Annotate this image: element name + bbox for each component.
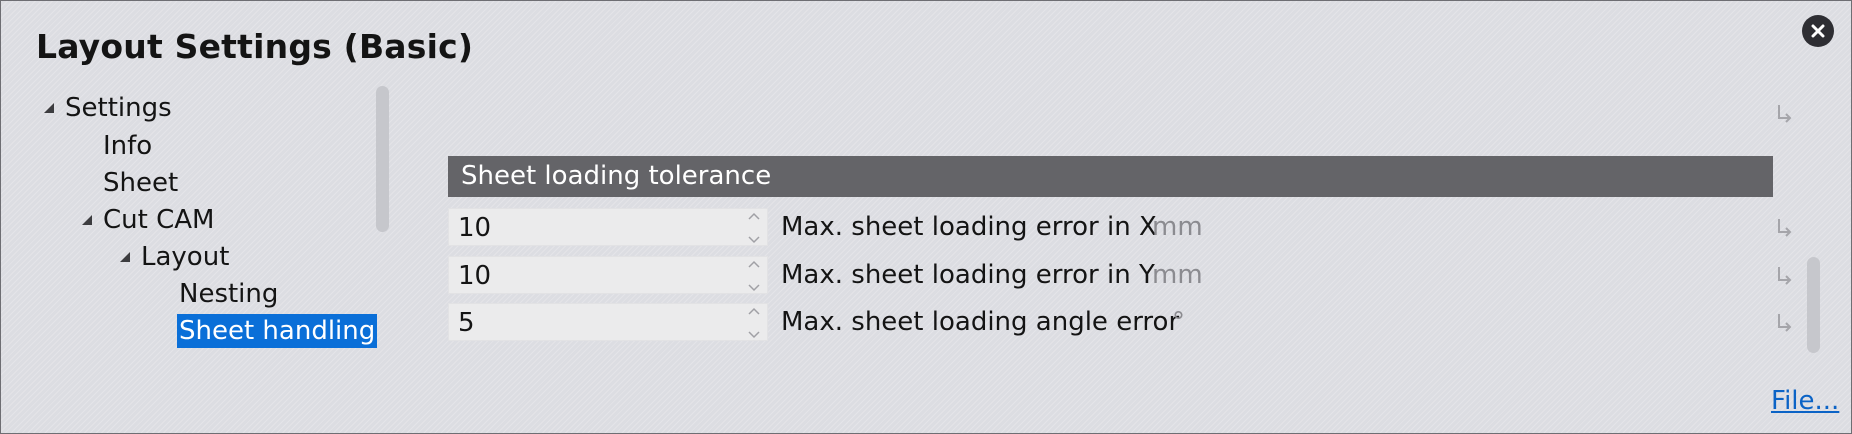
input-value: 10 xyxy=(458,213,492,243)
close-button[interactable] xyxy=(1802,15,1834,47)
error-x-input[interactable]: 10 xyxy=(448,208,768,246)
unit-label: ° xyxy=(1172,307,1185,337)
tree-item-cut-cam[interactable]: Cut CAM xyxy=(82,203,215,237)
close-icon xyxy=(1811,24,1825,38)
expanded-triangle-icon[interactable] xyxy=(115,240,135,274)
tree-item-info[interactable]: Info xyxy=(103,129,152,163)
expanded-triangle-icon[interactable] xyxy=(77,203,97,237)
spinner-arrows-icon[interactable] xyxy=(747,307,761,339)
input-value: 10 xyxy=(458,261,492,291)
tree-item-sheet[interactable]: Sheet xyxy=(103,166,178,200)
settings-scrollbar[interactable] xyxy=(1807,257,1820,353)
tree-item-label: Cut CAM xyxy=(103,205,215,235)
input-value: 5 xyxy=(458,308,475,338)
tree-item-label: Sheet handling xyxy=(177,314,378,348)
tree-item-settings[interactable]: Settings xyxy=(44,91,172,125)
unit-label: mm xyxy=(1152,212,1203,242)
setting-label: Max. sheet loading error in Y xyxy=(781,260,1155,290)
tree-item-sheet-handling[interactable]: Sheet handling xyxy=(177,314,378,348)
error-y-input[interactable]: 10 xyxy=(448,256,768,294)
tree-item-label: Info xyxy=(103,131,153,161)
reset-arrow-icon[interactable] xyxy=(1775,265,1793,287)
unit-label: mm xyxy=(1152,260,1203,290)
file-link[interactable]: File... xyxy=(1771,386,1839,416)
angle-error-input[interactable]: 5 xyxy=(448,303,768,341)
layout-settings-dialog: Layout Settings (Basic) Settings Info Sh… xyxy=(0,0,1852,434)
reset-arrow-icon[interactable] xyxy=(1775,217,1793,239)
tree-item-label: Sheet xyxy=(103,168,179,198)
setting-label: Max. sheet loading error in X xyxy=(781,212,1157,242)
tree-item-label: Settings xyxy=(65,93,172,123)
spinner-arrows-icon[interactable] xyxy=(747,212,761,244)
dialog-title: Layout Settings (Basic) xyxy=(36,27,474,66)
tree-item-label: Nesting xyxy=(179,279,279,309)
expanded-triangle-icon[interactable] xyxy=(39,91,59,125)
reset-arrow-icon[interactable] xyxy=(1775,312,1793,334)
section-header: Sheet loading tolerance xyxy=(448,156,1773,197)
spinner-arrows-icon[interactable] xyxy=(747,260,761,292)
tree-item-label: Layout xyxy=(141,242,230,272)
tree-item-layout[interactable]: Layout xyxy=(120,240,230,274)
tree-scrollbar[interactable] xyxy=(376,86,389,232)
tree-item-nesting[interactable]: Nesting xyxy=(179,277,278,311)
reset-arrow-icon[interactable] xyxy=(1775,103,1793,125)
setting-label: Max. sheet loading angle error xyxy=(781,307,1180,337)
